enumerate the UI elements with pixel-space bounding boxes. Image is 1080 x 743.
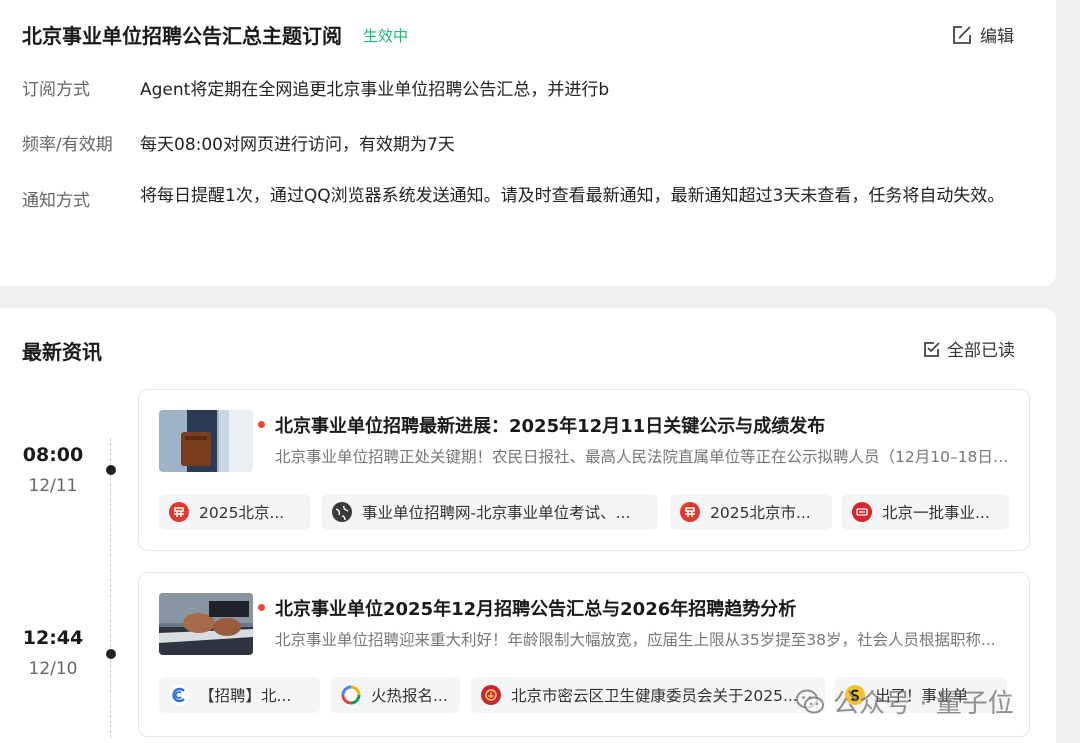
source-label: 2025北京... [199, 504, 285, 522]
source-chip[interactable]: 2025北京... [159, 494, 310, 530]
news-title: 北京事业单位招聘最新进展：2025年12月11日关键公示与成绩发布 [257, 412, 825, 438]
source-chip[interactable]: 2025北京市... [670, 494, 832, 530]
info-value: Agent将定期在全网追更北京事业单位招聘公告汇总，并进行b [140, 80, 610, 100]
info-key: 频率/有效期 [22, 135, 113, 155]
wechat-icon [796, 689, 824, 713]
watermark-text: 公众号 · 量子位 [833, 689, 1014, 719]
info-key: 订阅方式 [22, 80, 90, 100]
timeline-dot [106, 465, 116, 475]
subscription-title: 北京事业单位招聘公告汇总主题订阅 [22, 24, 342, 48]
timeline-line [110, 438, 111, 738]
news-summary: 北京事业单位招聘正处关键期！农民日报社、最高人民法院直属单位等正在公示拟聘人员（… [275, 448, 1010, 466]
news-app-icon [852, 502, 872, 522]
info-key: 通知方式 [22, 191, 90, 211]
news-item[interactable]: 北京事业单位招聘最新进展：2025年12月11日关键公示与成绩发布 北京事业单位… [138, 389, 1030, 551]
subscription-card: 北京事业单位招聘公告汇总主题订阅 生效中 编辑 订阅方式 Agent将定期在全网… [0, 0, 1056, 286]
watermark: 公众号 · 量子位 [795, 683, 1014, 720]
source-chip[interactable]: 北京市密云区卫生健康委员会关于2025... [471, 677, 825, 713]
news-summary: 北京事业单位招聘迎来重大利好！年龄限制大幅放宽，应届生上限从35岁提至38岁，社… [275, 631, 996, 649]
checkbox-icon [924, 341, 940, 357]
edit-icon [953, 25, 971, 44]
gov-emblem-icon [481, 685, 501, 705]
text-fade-overlay [630, 72, 920, 100]
edit-button[interactable]: 编辑 [952, 22, 1014, 47]
c-logo-icon [169, 685, 189, 705]
news-date: 12/10 [28, 659, 78, 679]
globe-icon [332, 502, 352, 522]
news-thumbnail [159, 410, 253, 472]
news-thumbnail [159, 593, 253, 655]
source-label: 事业单位招聘网-北京事业单位考试、... [362, 504, 631, 522]
section-title: 最新资讯 [22, 340, 102, 364]
colorful-ring-icon [341, 685, 361, 705]
news-time: 12:44 [22, 627, 84, 649]
mark-all-read-button[interactable]: 全部已读 [923, 336, 1015, 361]
mark-all-read-label: 全部已读 [947, 341, 1015, 361]
news-time: 08:00 [22, 444, 84, 466]
source-label: 火热报名... [371, 687, 448, 705]
news-date: 12/11 [28, 476, 78, 496]
news-title: 北京事业单位2025年12月招聘公告汇总与2026年招聘趋势分析 [257, 595, 796, 621]
source-chip[interactable]: 事业单位招聘网-北京事业单位考试、... [322, 494, 658, 530]
edit-label: 编辑 [980, 27, 1014, 47]
source-label: 2025北京市... [710, 504, 811, 522]
news-card: 最新资讯 全部已读 08:00 12/11 北京事业单位招聘最新进展：2025年… [0, 308, 1056, 743]
source-label: 北京市密云区卫生健康委员会关于2025... [511, 687, 798, 705]
timeline-dot [106, 649, 116, 659]
info-value: 每天08:00对网页进行访问，有效期为7天 [140, 135, 455, 155]
source-label: 北京一批事业... [882, 504, 990, 522]
info-value: 将每日提醒1次，通过QQ浏览器系统发送通知。请及时查看最新通知，最新通知超过3天… [140, 186, 1005, 206]
status-badge: 生效中 [363, 27, 409, 45]
china-edu-icon [680, 502, 700, 522]
source-chip[interactable]: 北京一批事业... [842, 494, 1009, 530]
source-chip[interactable]: 火热报名... [331, 677, 460, 713]
source-label: 【招聘】北... [199, 687, 292, 705]
china-edu-icon [169, 502, 189, 522]
source-chip[interactable]: 【招聘】北... [159, 677, 320, 713]
